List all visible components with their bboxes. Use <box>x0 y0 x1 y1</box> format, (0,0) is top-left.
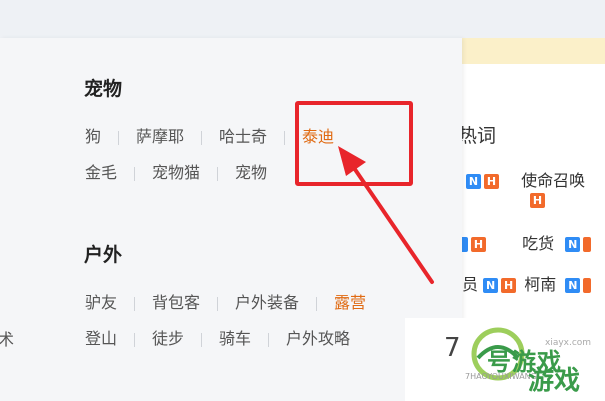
arrow-shaft <box>350 163 434 284</box>
watermark-digit: 7 <box>444 333 461 363</box>
watermark-url: xiayx.com <box>545 338 592 348</box>
arrow-head <box>338 146 366 176</box>
watermark-pinyin: 7HAOYOUXIWANG <box>465 372 537 381</box>
watermark-name: 游戏 <box>528 366 581 396</box>
